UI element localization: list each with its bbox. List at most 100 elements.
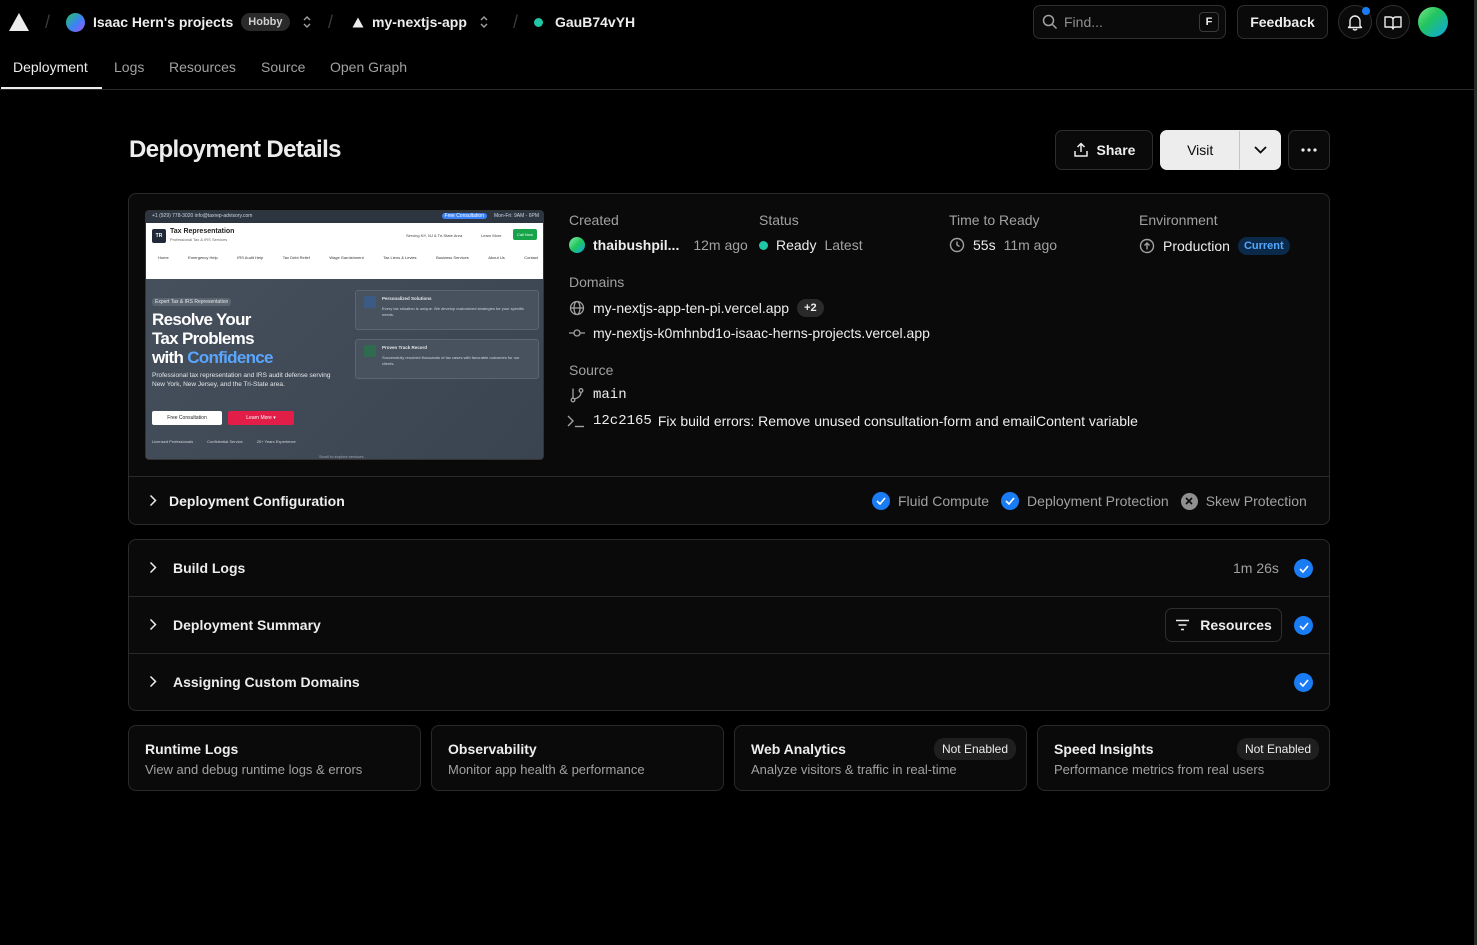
- primary-domain-link[interactable]: my-nextjs-app-ten-pi.vercel.app: [593, 300, 789, 316]
- preview-menu-item: About Us: [488, 255, 505, 260]
- creator-avatar[interactable]: [569, 237, 585, 253]
- current-badge: Current: [1237, 237, 1290, 255]
- search-placeholder: Find...: [1064, 14, 1103, 30]
- project-name: my-nextjs-app: [372, 14, 467, 30]
- preview-btn-learn: Learn More ▾: [228, 411, 294, 425]
- team-avatar: [66, 12, 85, 32]
- deployment-summary-title: Deployment Summary: [173, 617, 321, 633]
- share-button[interactable]: Share: [1055, 130, 1153, 170]
- tab-open-graph[interactable]: Open Graph: [330, 59, 407, 75]
- preview-card-track-record: Proven Track Record Successfully resolve…: [355, 339, 539, 379]
- check-circle-icon: [1294, 616, 1313, 635]
- notifications-button[interactable]: [1338, 5, 1372, 39]
- filter-lines-icon: [1175, 619, 1190, 631]
- card-subtitle: Analyze visitors & traffic in real-time: [751, 762, 957, 777]
- check-circle-icon: [1001, 492, 1020, 510]
- preview-card2-title: Proven Track Record: [382, 345, 428, 350]
- preview-menu: Home Emergency Help IRS Audit Help Tax D…: [158, 255, 538, 260]
- chevron-down-icon[interactable]: [1240, 146, 1280, 154]
- preview-brand: Tax Representation: [170, 228, 235, 235]
- project-switcher[interactable]: my-nextjs-app: [352, 0, 489, 44]
- branch-name[interactable]: main: [593, 387, 627, 403]
- deployment-url-link[interactable]: my-nextjs-k0mhnbd1o-isaac-herns-projects…: [593, 325, 930, 341]
- docs-button[interactable]: [1376, 5, 1410, 39]
- tab-source[interactable]: Source: [261, 59, 305, 75]
- branch-row: main: [569, 387, 627, 403]
- build-duration: 55s: [973, 237, 996, 253]
- preview-btn-free: Free Consultation: [152, 411, 222, 425]
- commit-message: Fix build errors: Remove unused consulta…: [657, 413, 1138, 429]
- clock-icon: [949, 237, 965, 253]
- ellipsis-icon: [1301, 148, 1317, 152]
- breadcrumb-separator: /: [328, 12, 334, 32]
- triangle-icon: [352, 17, 364, 28]
- runtime-logs-card[interactable]: Runtime Logs View and debug runtime logs…: [128, 725, 421, 791]
- build-logs-title: Build Logs: [173, 560, 246, 576]
- preview-hero-line1: Resolve Your: [152, 310, 251, 329]
- environment-name: Production: [1163, 238, 1230, 254]
- commit-hash[interactable]: 12c2165: [593, 413, 652, 429]
- user-avatar[interactable]: [1418, 7, 1448, 37]
- breadcrumb-separator: /: [513, 12, 519, 32]
- visit-button[interactable]: Visit: [1161, 142, 1239, 158]
- build-logs-row[interactable]: [129, 540, 1329, 596]
- preview-menu-item: Emergency Help: [188, 255, 218, 260]
- preview-card2-icon: [364, 345, 376, 357]
- status-dot: [534, 17, 543, 27]
- feedback-button[interactable]: Feedback: [1237, 5, 1328, 39]
- deployment-crumb[interactable]: GauB74vYH: [534, 0, 635, 44]
- preview-brand-sub: Professional Tax & IRS Services: [170, 237, 228, 242]
- time-to-ready-label: Time to Ready: [949, 212, 1040, 228]
- team-switcher[interactable]: Isaac Hern's projects Hobby: [66, 0, 312, 44]
- created-ago: 12m ago: [693, 237, 748, 253]
- build-duration-text: 1m 26s: [1233, 560, 1279, 576]
- chevron-right-icon[interactable]: [149, 618, 157, 631]
- tab-resources[interactable]: Resources: [169, 59, 236, 75]
- git-branch-icon: [569, 387, 585, 403]
- check-circle-icon: [1294, 559, 1313, 578]
- chevron-right-icon[interactable]: [149, 561, 157, 574]
- deployment-protection-label: Deployment Protection: [1027, 493, 1169, 509]
- more-options-button[interactable]: [1288, 130, 1330, 170]
- domains-label: Domains: [569, 274, 625, 290]
- more-domains-badge[interactable]: +2: [797, 299, 824, 317]
- card-title: Web Analytics: [751, 741, 846, 757]
- creator-name[interactable]: thaibushpil...: [593, 237, 679, 253]
- skew-protection-label: Skew Protection: [1205, 493, 1307, 509]
- web-analytics-card[interactable]: Web Analytics Analyze visitors & traffic…: [734, 725, 1027, 791]
- preview-pill-left: Free Consultation: [441, 213, 487, 219]
- resources-label: Resources: [1200, 617, 1272, 633]
- commit-row: 12c2165 Fix build errors: Remove unused …: [567, 413, 1138, 429]
- speed-insights-card[interactable]: Speed Insights Performance metrics from …: [1037, 725, 1330, 791]
- tab-logs[interactable]: Logs: [114, 59, 144, 75]
- deployment-preview-thumbnail[interactable]: +1 (929) 778-3020 info@taxrep-advisory.c…: [145, 210, 544, 460]
- preview-card1-body: Every tax situation is unique. We develo…: [382, 306, 524, 317]
- observability-card[interactable]: Observability Monitor app health & perfo…: [431, 725, 724, 791]
- globe-icon: [569, 300, 585, 316]
- chevron-right-icon[interactable]: [149, 675, 157, 688]
- breadcrumb-separator: /: [45, 12, 51, 32]
- preview-pill-right: Mon-Fri: 9AM - 6PM: [493, 213, 539, 219]
- config-features: Fluid Compute Deployment Protection Skew…: [872, 492, 1307, 510]
- chevron-updown-icon[interactable]: [302, 15, 312, 29]
- preview-card-personalized: Personalized Solutions Every tax situati…: [355, 290, 539, 330]
- page-title: Deployment Details: [129, 136, 342, 163]
- card-title: Observability: [448, 741, 537, 757]
- chevron-right-icon[interactable]: [149, 494, 157, 507]
- primary-domain-row: my-nextjs-app-ten-pi.vercel.app +2: [569, 299, 824, 317]
- terminal-icon: [567, 414, 585, 428]
- commit-node-icon: [569, 325, 585, 341]
- preview-hero: Expert Tax & IRS Representation Resolve …: [146, 279, 543, 459]
- chevron-updown-icon[interactable]: [479, 15, 489, 29]
- preview-card1-title: Personalized Solutions: [382, 296, 432, 301]
- search-input[interactable]: Find... F: [1033, 5, 1226, 39]
- preview-logo: TR: [152, 229, 166, 243]
- top-bar: / Isaac Hern's projects Hobby / my-nextj…: [0, 0, 1477, 44]
- preview-topline: +1 (929) 778-3020 info@taxrep-advisory.c…: [146, 211, 543, 223]
- tab-deployment[interactable]: Deployment: [13, 59, 88, 75]
- created-value: thaibushpil... 12m ago: [569, 237, 748, 253]
- preview-card2-body: Successfully resolved thousands of tax c…: [382, 355, 520, 366]
- resources-button[interactable]: Resources: [1165, 608, 1282, 642]
- vercel-logo-icon[interactable]: [8, 12, 30, 32]
- preview-trust-item: Confidential Service: [207, 439, 243, 444]
